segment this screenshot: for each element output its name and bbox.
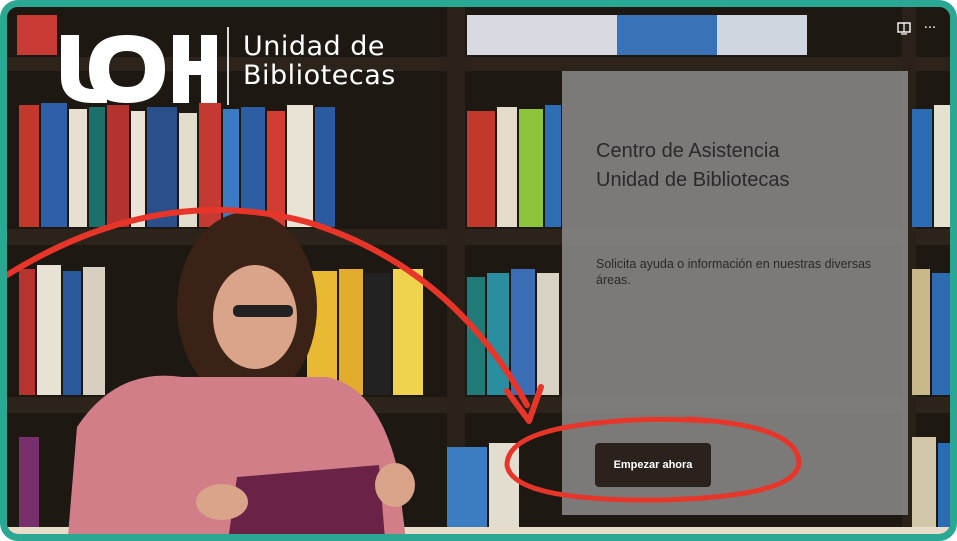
page-title-line2: Unidad de Bibliotecas (596, 169, 790, 191)
page-title-line1: Centro de Asistencia (596, 140, 780, 162)
start-now-button[interactable]: Empezar ahora (595, 443, 711, 487)
top-toolbar: ··· (896, 21, 938, 37)
udd-logo-mark (61, 35, 217, 103)
page-description: Solicita ayuda o información en nuestras… (596, 257, 872, 287)
more-icon[interactable]: ··· (922, 21, 938, 37)
page-title: Centro de Asistencia Unidad de Bibliotec… (596, 137, 896, 195)
library-name-line2: Bibliotecas (243, 60, 396, 91)
welcome-panel: Centro de Asistencia Unidad de Bibliotec… (562, 71, 908, 515)
library-name: Unidad de Bibliotecas (243, 32, 396, 90)
library-logo: Unidad de Bibliotecas (57, 27, 396, 105)
library-name-line1: Unidad de (243, 31, 386, 62)
logo-divider (227, 27, 229, 105)
immersive-reader-icon[interactable] (896, 21, 912, 37)
app-frame: Unidad de Bibliotecas ··· Centro de Asis… (0, 0, 957, 541)
